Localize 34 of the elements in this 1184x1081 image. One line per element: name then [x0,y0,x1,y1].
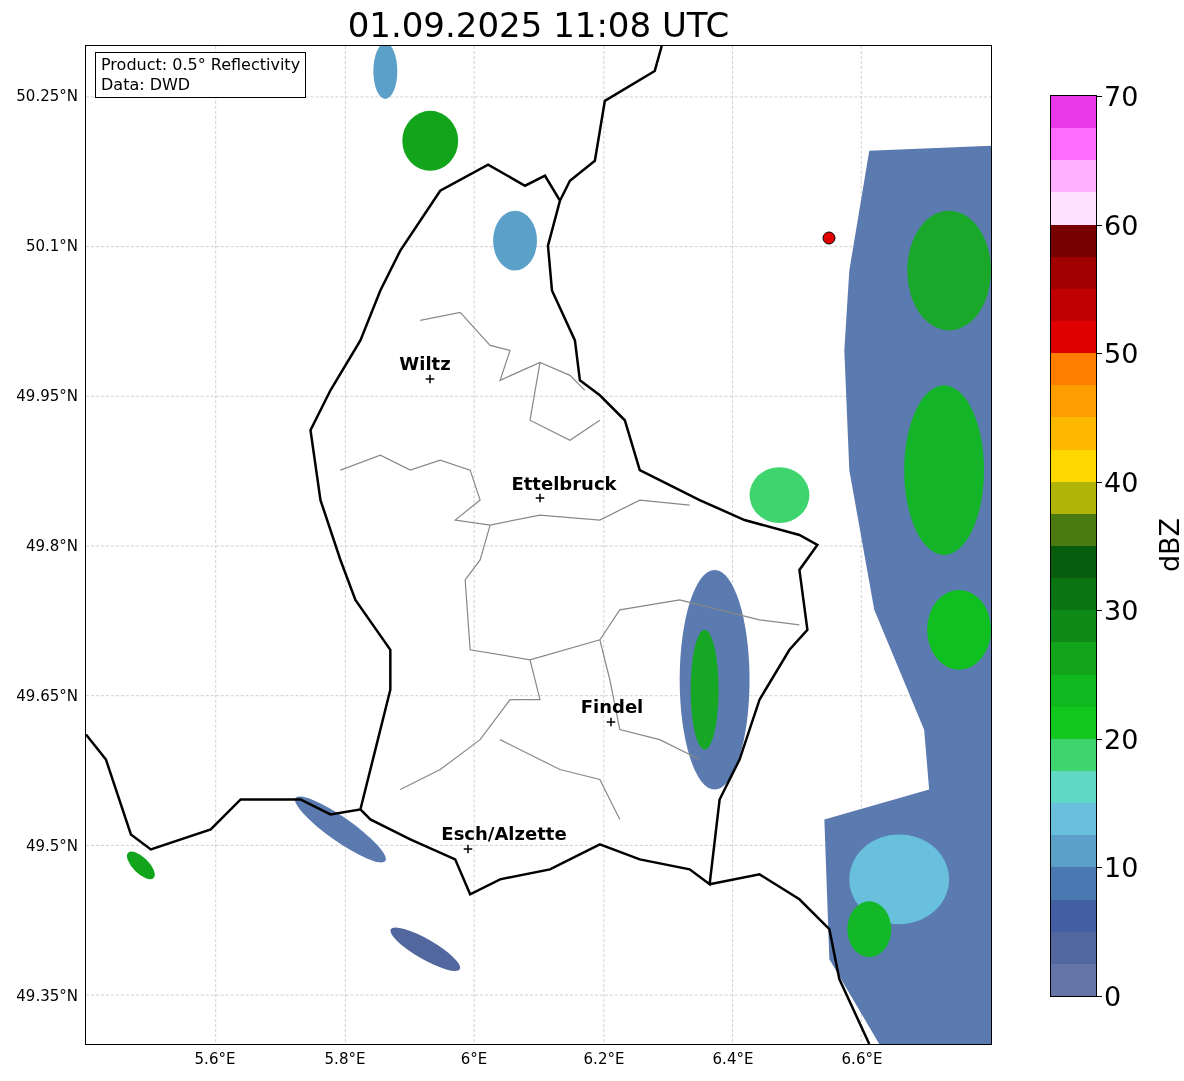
axis-tick-label: 6°E [460,1050,488,1068]
colorbar-tick-label: 0 [1104,980,1122,1012]
colorbar-tick-label: 60 [1104,209,1139,241]
axis-tick-label: 49.35°N [16,987,78,1005]
city-label: Ettelbruck [511,472,617,494]
colorbar-tick-label: 40 [1104,466,1139,498]
colorbar-tick-label: 20 [1104,723,1139,755]
plus-marker-icon [535,493,545,503]
axis-tick-label: 50.1°N [25,237,78,255]
colorbar-tick-label: 50 [1104,337,1139,369]
axis-tick-label: 49.95°N [16,387,78,405]
info-text: Data: DWD [101,75,192,95]
axis-tick-label: 49.8°N [25,537,78,555]
axis-tick-label: 6.4°E [712,1050,754,1068]
plus-marker-icon [606,717,616,727]
colorbar-tick-label: 70 [1104,80,1139,112]
city-label: Esch/Alzette [441,822,567,844]
plus-marker-icon [425,374,435,384]
axis-tick-label: 49.65°N [16,687,78,705]
chart-title: 01.09.2025 11:08 UTC [346,4,731,46]
colorbar-tick-label: 10 [1104,851,1139,883]
axis-tick-label: 6.2°E [583,1050,625,1068]
axis-tick-label: 5.8°E [324,1050,366,1068]
axis-tick-label: 6.6°E [841,1050,883,1068]
axis-tick-label: 49.5°N [25,837,78,855]
info-text: Product: 0.5° Reflectivity [101,55,301,75]
axis-tick-label: 50.25°N [16,87,78,105]
city-label: Wiltz [399,352,451,374]
colorbar-label: dBZ [1153,517,1184,573]
plus-marker-icon [463,844,473,854]
axis-tick-label: 5.6°E [194,1050,236,1068]
location-dot-icon [822,231,836,245]
city-label: Findel [580,695,644,717]
colorbar-tick-label: 30 [1104,594,1139,626]
